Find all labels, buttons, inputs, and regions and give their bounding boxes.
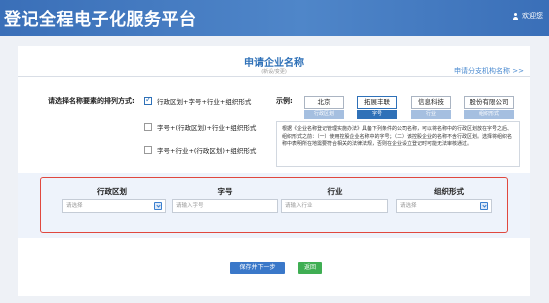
example-caption: 行政区划 bbox=[304, 110, 344, 119]
example-item-org-form: 股份有限公司 组织形式 bbox=[464, 96, 514, 119]
example-item-brand: 拓展丰联 字号 bbox=[357, 96, 397, 119]
welcome-text: 欢迎您 bbox=[522, 12, 543, 20]
example-item-industry: 信息科技 行业 bbox=[411, 96, 451, 119]
checkbox[interactable] bbox=[144, 123, 152, 131]
checkbox[interactable] bbox=[144, 146, 152, 154]
example-text: 股份有限公司 bbox=[464, 96, 514, 109]
example-caption: 组织形式 bbox=[464, 110, 514, 119]
save-next-button[interactable]: 保存并下一步 bbox=[230, 262, 285, 274]
field-title-brand: 字号 bbox=[217, 187, 233, 196]
arrangement-option-1[interactable]: 行政区划+字号+行业+组织形式 bbox=[144, 95, 252, 106]
org-form-select[interactable]: 请选择 bbox=[396, 199, 492, 213]
checkbox-checked[interactable] bbox=[144, 95, 152, 105]
example-item-region: 北京 行政区划 bbox=[304, 96, 344, 119]
dropdown-icon[interactable] bbox=[154, 202, 162, 210]
example-text: 北京 bbox=[304, 96, 344, 109]
back-button[interactable]: 返回 bbox=[298, 262, 322, 274]
branch-name-link[interactable]: 申请分支机构名称 >> bbox=[454, 66, 524, 76]
example-caption: 行业 bbox=[411, 110, 451, 119]
region-select[interactable]: 请选择 bbox=[62, 199, 166, 213]
example-caption: 字号 bbox=[357, 110, 397, 119]
industry-input[interactable]: 请输入行业 bbox=[281, 199, 388, 213]
industry-input-placeholder: 请输入行业 bbox=[285, 203, 313, 209]
title-divider bbox=[18, 76, 530, 77]
arrangement-option-label: 字号+行业+(行政区划)+组织形式 bbox=[157, 147, 257, 155]
example-label: 示例: bbox=[276, 97, 293, 105]
name-elements-form: 行政区划 请选择 字号 请输入字号 行业 请输入行业 组织形式 请选择 bbox=[18, 173, 530, 238]
arrangement-option-label: 行政区划+字号+行业+组织形式 bbox=[157, 98, 252, 106]
example-text: 拓展丰联 bbox=[357, 96, 397, 109]
arrangement-option-label: 字号+(行政区划)+行业+组织形式 bbox=[157, 124, 257, 132]
dropdown-icon[interactable] bbox=[480, 202, 488, 210]
org-form-select-value: 请选择 bbox=[400, 203, 417, 209]
field-title-industry: 行业 bbox=[327, 187, 343, 196]
arrangement-option-3[interactable]: 字号+行业+(行政区划)+组织形式 bbox=[144, 145, 256, 155]
arrangement-label: 请选择名称要素的排列方式: bbox=[48, 97, 135, 105]
region-select-value: 请选择 bbox=[66, 203, 83, 209]
user-menu[interactable]: 欢迎您 bbox=[512, 11, 543, 21]
example-text: 信息科技 bbox=[411, 96, 451, 109]
field-title-org-form: 组织形式 bbox=[434, 187, 464, 196]
brand-input-placeholder: 请输入字号 bbox=[176, 203, 204, 209]
arrangement-option-2[interactable]: 字号+(行政区划)+行业+组织形式 bbox=[144, 122, 256, 132]
brand-input[interactable]: 请输入字号 bbox=[172, 199, 278, 213]
app-title: 登记全程电子化服务平台 bbox=[4, 10, 197, 30]
user-icon bbox=[512, 12, 519, 20]
field-title-region: 行政区划 bbox=[97, 187, 127, 196]
example-explanation: 根据《企业名称登记管理实施办法》具备下列条件的公司名称，可以将名称中的行政区划放… bbox=[276, 121, 520, 167]
app-header: 登记全程电子化服务平台 欢迎您 bbox=[0, 0, 549, 36]
main-panel: 申请企业名称 (新设/变更) 申请分支机构名称 >> 请选择名称要素的排列方式:… bbox=[18, 46, 530, 296]
